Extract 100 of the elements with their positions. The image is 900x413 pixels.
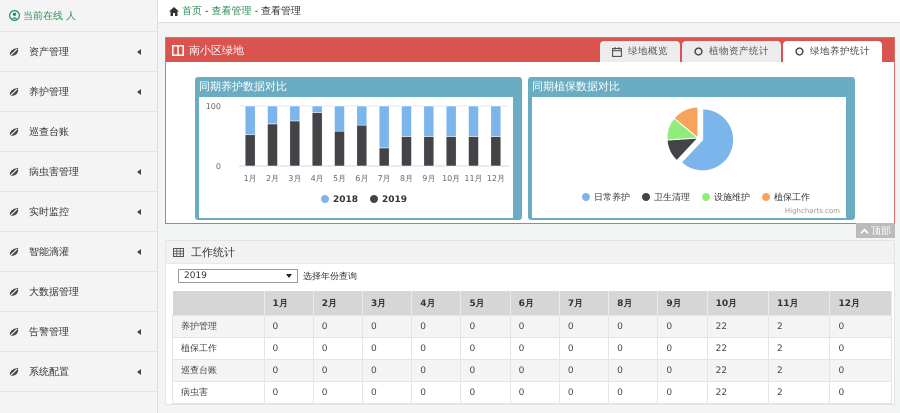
axis-label: 1月 [244, 174, 257, 183]
axis-label: 0 [216, 162, 221, 171]
bar [401, 136, 412, 166]
caret-icon [137, 48, 141, 54]
menu-item[interactable]: 智能滴灌 [0, 232, 157, 272]
axis-label: 8月 [400, 174, 414, 183]
chevron-up-icon [860, 228, 869, 234]
home-icon [169, 6, 179, 16]
axis-label: 12月 [486, 174, 505, 183]
column-header: 7月 [559, 291, 609, 316]
axis-label: 2月 [266, 174, 280, 183]
table-cell: 0 [362, 360, 412, 382]
table-cell: 0 [412, 360, 461, 382]
table-cell: 0 [559, 360, 609, 382]
leaf-icon [8, 166, 20, 178]
bar [401, 106, 412, 137]
table-cell: 0 [412, 382, 461, 404]
user-icon [9, 10, 20, 21]
caret-icon [137, 88, 141, 94]
table-cell: 0 [608, 316, 658, 338]
year-select[interactable]: 2019 [178, 269, 298, 283]
legend-label[interactable]: 日常养护 [594, 193, 630, 203]
table-cell: 0 [313, 382, 362, 404]
axis-label: 11月 [464, 174, 483, 183]
table-cell: 0 [460, 316, 510, 338]
table-cell: 0 [264, 316, 314, 338]
table-cell: 22 [707, 382, 769, 404]
column-header: 6月 [510, 291, 560, 316]
table-cell: 0 [559, 382, 609, 404]
menu-item[interactable]: 大数据管理 [0, 272, 157, 312]
column-header: 12月 [830, 291, 892, 316]
bar [244, 134, 256, 166]
caret-icon [137, 208, 141, 214]
bar [446, 136, 456, 166]
table-cell: 0 [313, 360, 362, 382]
bar [446, 106, 456, 137]
panel-title: 工作统计 [191, 244, 235, 260]
column-header: 2月 [313, 291, 362, 316]
table-cell: 0 [658, 316, 708, 338]
leaf-icon [8, 86, 20, 98]
menu-item[interactable]: 告警管理 [0, 312, 157, 352]
table-cell: 0 [412, 316, 461, 338]
menu-item[interactable]: 巡查台账 [0, 112, 157, 152]
axis-label: 7月 [378, 174, 391, 183]
panel-title: 南小区绿地 [189, 42, 245, 58]
leaf-icon [8, 366, 20, 378]
leaf-icon [8, 46, 20, 58]
bar [468, 136, 479, 166]
leaf-icon [8, 126, 20, 138]
pie-chart-drawing [666, 106, 734, 172]
axis-label: 100 [206, 102, 221, 111]
menu-item[interactable]: 系统配置 [0, 352, 157, 392]
caret-icon [137, 248, 141, 254]
card-title: 同期养护数据对比 [199, 79, 288, 95]
menu-item[interactable]: 实时监控 [0, 192, 157, 232]
table-cell: 0 [460, 360, 510, 382]
menu-item[interactable]: 养护管理 [0, 72, 157, 112]
column-header: 1月 [264, 291, 314, 316]
table-cell: 0 [264, 360, 314, 382]
table-cell: 0 [264, 382, 314, 404]
bar [424, 136, 434, 166]
legend-label[interactable]: 卫生清理 [654, 193, 690, 203]
legend-label[interactable]: 2018 [333, 195, 358, 205]
bar [468, 106, 479, 137]
menu-item[interactable]: 资产管理 [0, 32, 157, 72]
table-icon [173, 248, 184, 256]
menu-item[interactable]: 病虫害管理 [0, 152, 157, 192]
row-label: 巡查台账 [172, 360, 264, 382]
axis-label: 6月 [355, 174, 368, 183]
breadcrumb-link[interactable]: 首页 [182, 4, 202, 18]
tab[interactable]: 绿地概览 [600, 41, 680, 62]
table-cell: 0 [658, 382, 708, 404]
breadcrumb-text: - [254, 6, 258, 16]
table-cell: 0 [510, 316, 560, 338]
leaf-icon [8, 286, 20, 298]
caret-icon [137, 168, 141, 174]
axis-label: 4月 [310, 174, 324, 183]
bar [490, 136, 502, 166]
breadcrumb-text: 查看管理 [261, 4, 302, 18]
tab[interactable]: 绿地养护统计 [783, 41, 882, 62]
columns-icon [172, 44, 184, 56]
circle-icon [694, 47, 703, 56]
legend-label[interactable]: 2019 [382, 195, 408, 205]
legend-label[interactable]: 设施维护 [714, 193, 750, 203]
axis-label: 10月 [442, 174, 460, 183]
leaf-icon [8, 246, 20, 258]
column-header: 11月 [768, 291, 830, 316]
table-cell: 2 [768, 316, 830, 338]
row-label: 病虫害 [172, 382, 264, 404]
legend-label[interactable]: 植保工作 [774, 193, 810, 203]
table-cell: 0 [608, 360, 658, 382]
tab[interactable]: 植物资产统计 [682, 41, 781, 62]
table-cell: 0 [830, 360, 892, 382]
row-label: 养护管理 [172, 316, 264, 338]
column-header: 8月 [608, 291, 658, 316]
table-cell: 0 [559, 316, 609, 338]
table-cell: 2 [768, 382, 830, 404]
caret-icon [286, 274, 292, 278]
axis-label: 3月 [288, 174, 302, 183]
breadcrumb-link[interactable]: 查看管理 [212, 4, 252, 18]
